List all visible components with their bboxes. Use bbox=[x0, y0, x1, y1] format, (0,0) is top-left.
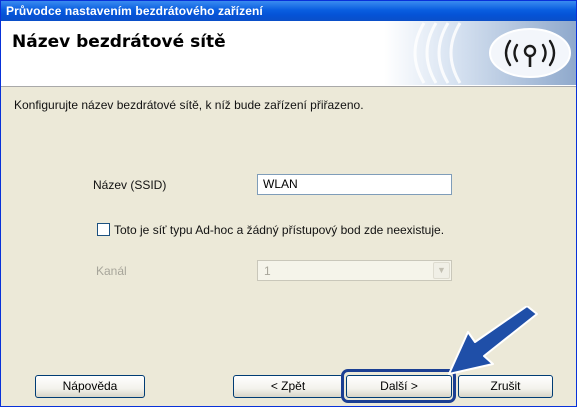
adhoc-checkbox[interactable] bbox=[97, 223, 110, 236]
wireless-signal-logo-icon bbox=[384, 21, 576, 85]
pointer-arrow-icon bbox=[448, 306, 538, 375]
back-button[interactable]: < Zpět bbox=[233, 375, 343, 398]
help-button[interactable]: Nápověda bbox=[35, 375, 145, 398]
cancel-button[interactable]: Zrušit bbox=[458, 375, 553, 398]
instruction-text: Konfigurujte název bezdrátové sítě, k ní… bbox=[14, 98, 364, 112]
window-title: Průvodce nastavením bezdrátového zařízen… bbox=[6, 4, 263, 18]
next-button-highlight bbox=[341, 369, 456, 403]
channel-select: 1 ▼ bbox=[257, 260, 452, 281]
ssid-input[interactable]: WLAN bbox=[257, 174, 452, 195]
page-title: Název bezdrátové sítě bbox=[12, 32, 226, 52]
channel-select-value: 1 bbox=[264, 264, 271, 278]
adhoc-checkbox-label[interactable]: Toto je síť typu Ad-hoc a žádný přístupo… bbox=[114, 223, 444, 237]
window-titlebar: Průvodce nastavením bezdrátového zařízen… bbox=[1, 1, 576, 21]
wizard-header: Název bezdrátové sítě bbox=[1, 21, 576, 87]
ssid-label: Název (SSID) bbox=[93, 178, 167, 192]
chevron-down-icon: ▼ bbox=[433, 262, 450, 279]
wizard-window: Průvodce nastavením bezdrátového zařízen… bbox=[0, 0, 577, 407]
channel-label: Kanál bbox=[96, 264, 127, 278]
